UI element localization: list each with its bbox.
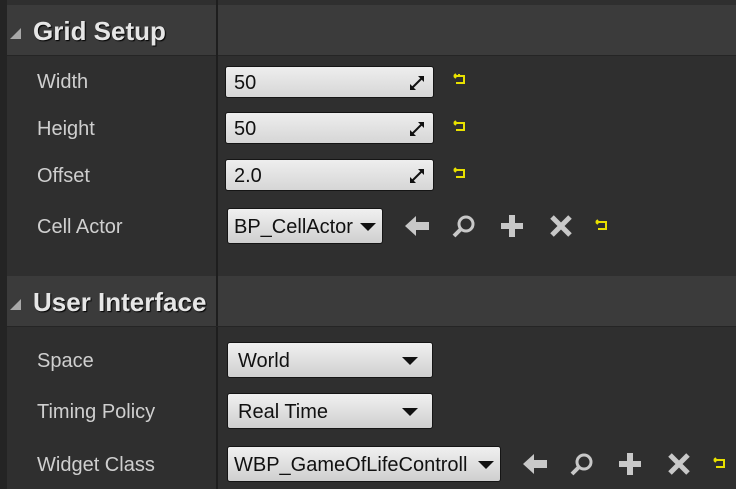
space-value: World	[238, 350, 290, 372]
column-divider-header	[216, 5, 218, 56]
chevron-down-icon	[402, 357, 418, 365]
section-header-user-interface[interactable]: User Interface	[7, 276, 736, 327]
reset-to-default-icon[interactable]	[594, 219, 608, 233]
property-label-width: Width	[37, 71, 89, 93]
offset-value: 2.0	[234, 165, 262, 187]
property-label-offset: Offset	[37, 165, 90, 187]
section-title: User Interface	[33, 287, 207, 317]
triangle-expanded-icon[interactable]	[10, 28, 21, 39]
property-label-height: Height	[37, 118, 95, 140]
timing-policy-value: Real Time	[238, 401, 329, 423]
width-numeric-input[interactable]: 50	[225, 66, 434, 98]
plus-icon[interactable]	[616, 450, 644, 478]
drag-arrows-icon[interactable]	[409, 75, 425, 91]
property-label-cell-actor: Cell Actor	[37, 216, 123, 238]
timing-policy-dropdown[interactable]: Real Time	[227, 393, 433, 429]
property-label-timing-policy: Timing Policy	[37, 401, 156, 423]
triangle-expanded-icon[interactable]	[10, 299, 21, 310]
use-selected-arrow-icon[interactable]	[521, 450, 549, 478]
section-title: Grid Setup	[33, 16, 166, 46]
space-dropdown[interactable]: World	[227, 342, 433, 378]
reset-to-default-icon[interactable]	[452, 73, 466, 87]
x-icon[interactable]	[547, 212, 575, 240]
chevron-down-icon	[402, 408, 418, 416]
magnifier-icon[interactable]	[569, 450, 597, 478]
column-divider-grid	[216, 56, 218, 276]
reset-to-default-icon[interactable]	[712, 457, 726, 471]
widget-class-picker[interactable]: WBP_GameOfLifeControll	[227, 446, 501, 482]
plus-icon[interactable]	[498, 212, 526, 240]
section-header-grid-setup[interactable]: Grid Setup	[7, 5, 736, 56]
column-divider-ui	[216, 326, 218, 489]
offset-numeric-input[interactable]: 2.0	[225, 159, 434, 191]
magnifier-icon[interactable]	[451, 212, 479, 240]
drag-arrows-icon[interactable]	[409, 121, 425, 137]
height-value: 50	[234, 118, 257, 140]
column-divider-header	[216, 276, 218, 326]
cell-actor-value: BP_CellActor	[234, 216, 353, 238]
reset-to-default-icon[interactable]	[452, 167, 466, 181]
width-value: 50	[234, 72, 257, 94]
x-icon[interactable]	[665, 450, 693, 478]
chevron-down-icon	[478, 461, 494, 469]
property-label-space: Space	[37, 350, 94, 372]
widget-class-value: WBP_GameOfLifeControll	[234, 454, 468, 476]
left-indent-strip	[0, 0, 7, 489]
cell-actor-class-picker[interactable]: BP_CellActor	[227, 208, 383, 244]
height-numeric-input[interactable]: 50	[225, 112, 434, 144]
reset-to-default-icon[interactable]	[452, 120, 466, 134]
drag-arrows-icon[interactable]	[409, 168, 425, 184]
property-label-widget-class: Widget Class	[37, 454, 155, 476]
chevron-down-icon	[360, 223, 376, 231]
use-selected-arrow-icon[interactable]	[403, 212, 431, 240]
